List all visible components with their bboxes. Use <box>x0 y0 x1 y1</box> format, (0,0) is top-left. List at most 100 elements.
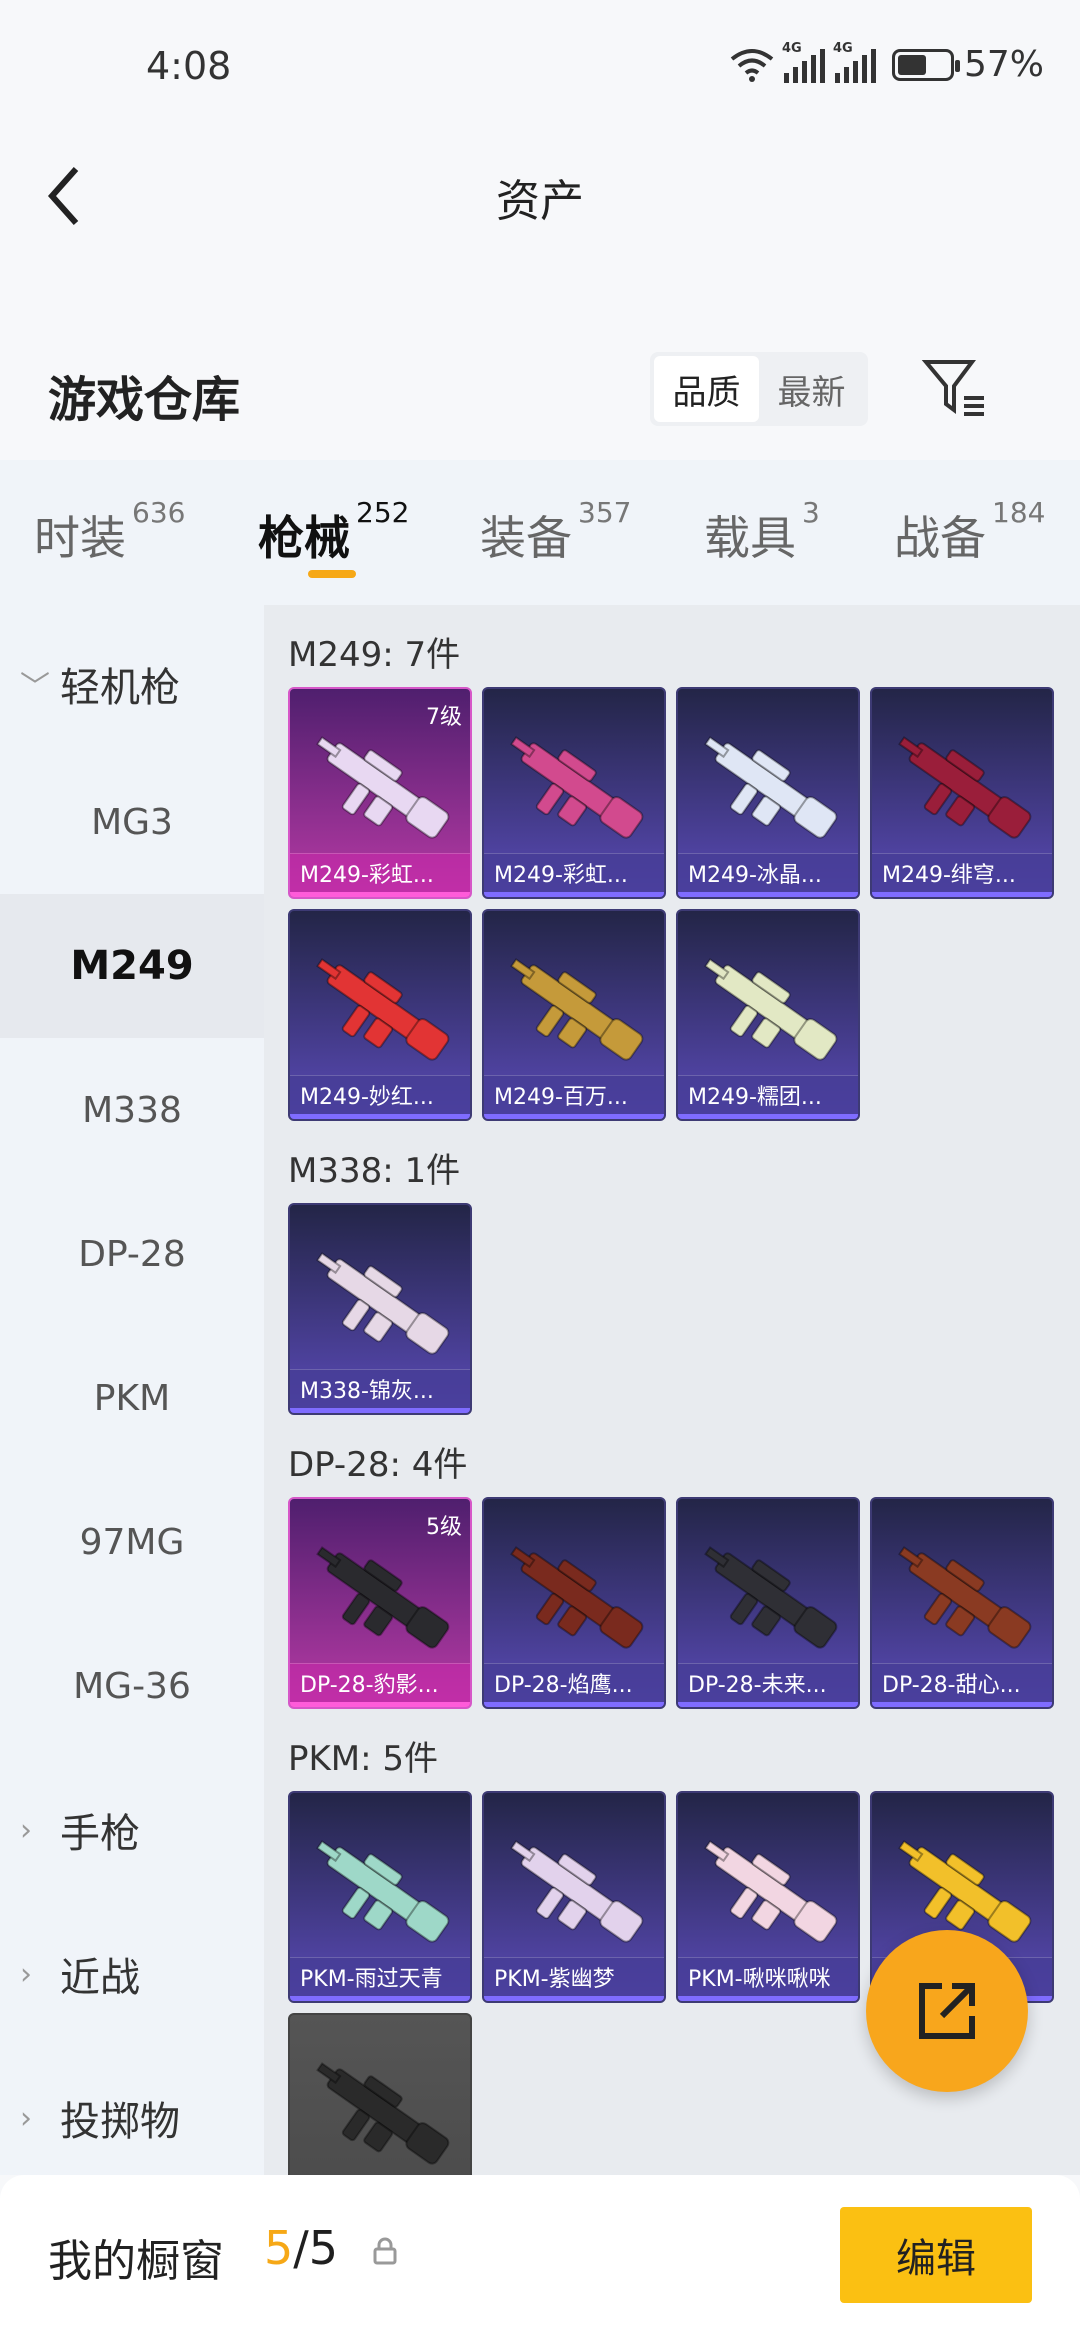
rarity-bar <box>290 892 470 897</box>
gun-image-icon <box>316 1546 450 1649</box>
tab-equipment[interactable]: 装备 357 <box>480 496 631 568</box>
rarity-bar <box>290 1996 470 2001</box>
tab-count: 357 <box>578 496 632 529</box>
tab-label: 载具 <box>704 511 796 565</box>
external-link-icon <box>919 1983 975 2039</box>
tab-indicator <box>308 570 356 578</box>
skin-card[interactable]: M338-锦灰... <box>288 1203 472 1415</box>
top-bar: 资产 <box>0 135 1080 255</box>
network-type: 4G <box>781 40 802 56</box>
skin-name: PKM-紫幽梦 <box>484 1957 664 2001</box>
group-title: PKM: 5件 <box>288 1739 439 1779</box>
chevron-down-icon: ﹀ <box>20 670 50 705</box>
showcase-bar: 我的橱窗 5/5 编辑 <box>0 2175 1080 2340</box>
showcase-total: 5 <box>308 2221 339 2275</box>
skin-card[interactable]: PKM-雨过天青 <box>288 1791 472 2003</box>
showcase-current: 5 <box>264 2221 294 2275</box>
skin-name: M249-彩虹... <box>484 853 664 897</box>
status-bar: 4:08 4G 4G 57% <box>0 0 1080 135</box>
rarity-bar <box>678 892 858 897</box>
category-tabs: 时装 636 枪械 252 装备 357 载具 3 战备 184 <box>0 460 1080 605</box>
group-title: DP-28: 4件 <box>288 1445 468 1485</box>
sidebar-category-label: 轻机枪 <box>60 665 180 711</box>
skin-card[interactable]: M249-百万... <box>482 909 666 1121</box>
tab-firearms[interactable]: 枪械 252 <box>258 496 409 568</box>
gun-image-icon <box>510 1546 644 1649</box>
network-type-2: 4G <box>832 40 853 56</box>
skin-card[interactable]: M249-彩虹... <box>482 687 666 899</box>
wifi-icon <box>730 48 774 82</box>
sidebar-item-pkm[interactable]: PKM <box>0 1326 264 1470</box>
skin-card[interactable]: M249-糯团... <box>676 909 860 1121</box>
skin-card[interactable]: DP-28-未来... <box>676 1497 860 1709</box>
sidebar-item-mg36[interactable]: MG-36 <box>0 1614 264 1758</box>
tab-label: 枪械 <box>258 511 350 565</box>
warehouse-title: 游戏仓库 <box>48 372 241 428</box>
showcase-count: 5/5 <box>264 2221 338 2275</box>
skin-card[interactable]: M249-绯穹... <box>870 687 1054 899</box>
gun-image-icon <box>704 1840 838 1943</box>
rarity-bar <box>872 1702 1052 1707</box>
chevron-right-icon: › <box>20 1812 32 1848</box>
sort-toggle: 品质 最新 <box>650 352 868 426</box>
skin-card[interactable]: 5级 DP-28-豹影... <box>288 1497 472 1709</box>
sidebar-item-m249[interactable]: M249 <box>0 894 264 1038</box>
skin-card[interactable]: M249-冰晶... <box>676 687 860 899</box>
sidebar-item-m338[interactable]: M338 <box>0 1038 264 1182</box>
gun-image-icon <box>510 958 644 1061</box>
skin-card[interactable]: PKM-啾咪啾咪 <box>676 1791 860 2003</box>
rarity-bar <box>872 892 1052 897</box>
tab-supplies[interactable]: 战备 184 <box>894 496 1045 568</box>
skin-name: DP-28-豹影... <box>290 1663 470 1707</box>
sidebar-category-throwables[interactable]: › 投掷物 <box>20 2089 180 2147</box>
chevron-right-icon: › <box>20 2100 32 2136</box>
weapon-sidebar: ﹀ 轻机枪 MG3 M249 M338 DP-28 PKM 97MG MG-36 … <box>0 605 264 2175</box>
skin-card[interactable]: M249-妙红... <box>288 909 472 1121</box>
rarity-bar <box>678 1996 858 2001</box>
tab-count: 252 <box>356 496 410 529</box>
sidebar-category-label: 手枪 <box>60 1811 140 1857</box>
sidebar-item-97mg[interactable]: 97MG <box>0 1470 264 1614</box>
sort-newest-button[interactable]: 最新 <box>759 356 864 422</box>
gun-image-icon <box>316 2062 450 2165</box>
skin-name: M249-绯穹... <box>872 853 1052 897</box>
skin-name: M338-锦灰... <box>290 1369 470 1413</box>
chevron-right-icon: › <box>20 1956 32 1992</box>
skin-name: M249-妙红... <box>290 1075 470 1119</box>
share-button[interactable] <box>866 1930 1028 2092</box>
skin-card[interactable]: 7级 M249-彩虹... <box>288 687 472 899</box>
gun-image-icon <box>704 736 838 839</box>
skin-name: M249-糯团... <box>678 1075 858 1119</box>
page-title: 资产 <box>496 176 584 227</box>
gun-image-icon <box>898 1546 1032 1649</box>
edit-button[interactable]: 编辑 <box>840 2207 1032 2303</box>
signal-icon-2: 4G <box>833 41 876 83</box>
sidebar-item-mg3[interactable]: MG3 <box>0 750 264 894</box>
skin-card[interactable]: DP-28-焰鹰... <box>482 1497 666 1709</box>
sidebar-category-pistol[interactable]: › 手枪 <box>20 1801 140 1859</box>
tab-vehicles[interactable]: 载具 3 <box>704 496 820 568</box>
skin-card[interactable] <box>288 2013 472 2175</box>
sort-quality-button[interactable]: 品质 <box>654 356 759 422</box>
skin-card[interactable]: PKM-紫幽梦 <box>482 1791 666 2003</box>
gun-image-icon <box>898 736 1032 839</box>
sidebar-item-dp28[interactable]: DP-28 <box>0 1182 264 1326</box>
gun-image-icon <box>704 1546 838 1649</box>
skin-name: DP-28-未来... <box>678 1663 858 1707</box>
level-badge: 5级 <box>426 1515 462 1540</box>
rarity-bar <box>290 1114 470 1119</box>
skin-card[interactable]: DP-28-甜心... <box>870 1497 1054 1709</box>
skin-name: PKM-啾咪啾咪 <box>678 1957 858 2001</box>
skin-name: DP-28-甜心... <box>872 1663 1052 1707</box>
sidebar-category-lmg[interactable]: ﹀ 轻机枪 <box>20 655 180 713</box>
rarity-bar <box>290 1408 470 1413</box>
group-title: M249: 7件 <box>288 635 461 675</box>
skin-name: M249-彩虹... <box>290 853 470 897</box>
sidebar-category-melee[interactable]: › 近战 <box>20 1945 140 2003</box>
signal-icon: 4G <box>782 41 825 83</box>
filter-icon[interactable] <box>920 352 990 422</box>
showcase-label: 我的橱窗 <box>48 2236 224 2287</box>
gun-image-icon <box>316 736 450 839</box>
tab-fashion[interactable]: 时装 636 <box>34 496 185 568</box>
rarity-bar <box>484 1702 664 1707</box>
